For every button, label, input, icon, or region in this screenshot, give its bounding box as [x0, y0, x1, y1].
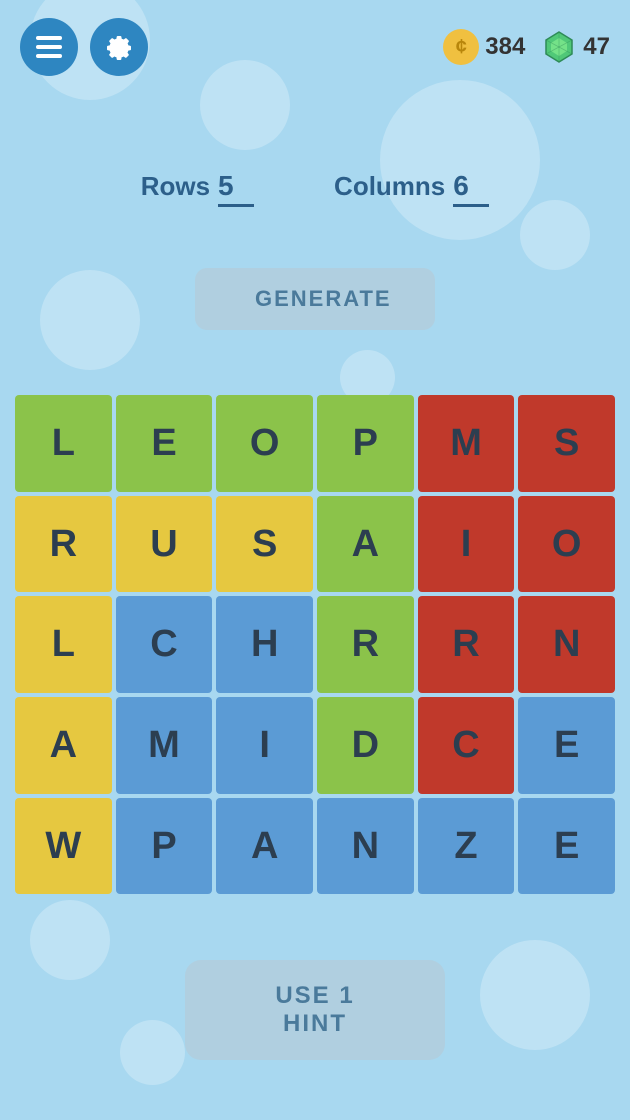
- rows-value: 5: [218, 170, 254, 207]
- table-row[interactable]: E: [518, 697, 615, 794]
- letter-grid: LEOPMSRUSAIOLCHRRNAMIDCEWPANZE: [15, 395, 615, 894]
- table-row[interactable]: U: [116, 496, 213, 593]
- gem-counter: 47: [541, 29, 610, 65]
- table-row[interactable]: O: [216, 395, 313, 492]
- table-row[interactable]: I: [418, 496, 515, 593]
- table-row[interactable]: N: [317, 798, 414, 895]
- table-row[interactable]: I: [216, 697, 313, 794]
- generate-button[interactable]: GENERATE: [195, 268, 435, 330]
- table-row[interactable]: L: [15, 395, 112, 492]
- table-row[interactable]: R: [15, 496, 112, 593]
- table-row[interactable]: E: [116, 395, 213, 492]
- table-row[interactable]: A: [15, 697, 112, 794]
- table-row[interactable]: C: [418, 697, 515, 794]
- menu-button[interactable]: [20, 18, 78, 76]
- header: ¢ 384 47: [0, 18, 630, 76]
- table-row[interactable]: N: [518, 596, 615, 693]
- header-right-info: ¢ 384 47: [443, 29, 610, 65]
- table-row[interactable]: L: [15, 596, 112, 693]
- table-row[interactable]: M: [418, 395, 515, 492]
- settings-button[interactable]: [90, 18, 148, 76]
- coin-value: 384: [485, 33, 525, 61]
- gear-icon: [105, 33, 133, 61]
- menu-icon: [36, 36, 62, 58]
- table-row[interactable]: O: [518, 496, 615, 593]
- table-row[interactable]: S: [216, 496, 313, 593]
- table-row[interactable]: H: [216, 596, 313, 693]
- gem-icon: [541, 29, 577, 65]
- columns-control: Columns 6: [334, 170, 489, 207]
- rows-control: Rows 5: [141, 170, 254, 207]
- table-row[interactable]: Z: [418, 798, 515, 895]
- table-row[interactable]: P: [116, 798, 213, 895]
- grid: LEOPMSRUSAIOLCHRRNAMIDCEWPANZE: [15, 395, 615, 894]
- table-row[interactable]: R: [317, 596, 414, 693]
- columns-label: Columns: [334, 171, 445, 202]
- use-hint-button[interactable]: USE 1 HINT: [185, 960, 445, 1060]
- table-row[interactable]: M: [116, 697, 213, 794]
- table-row[interactable]: R: [418, 596, 515, 693]
- table-row[interactable]: W: [15, 798, 112, 895]
- table-row[interactable]: E: [518, 798, 615, 895]
- table-row[interactable]: D: [317, 697, 414, 794]
- rows-label: Rows: [141, 171, 210, 202]
- table-row[interactable]: P: [317, 395, 414, 492]
- table-row[interactable]: A: [216, 798, 313, 895]
- grid-controls: Rows 5 Columns 6: [0, 170, 630, 207]
- table-row[interactable]: A: [317, 496, 414, 593]
- table-row[interactable]: C: [116, 596, 213, 693]
- header-left-buttons: [20, 18, 148, 76]
- coin-counter: ¢ 384: [443, 29, 525, 65]
- table-row[interactable]: S: [518, 395, 615, 492]
- columns-value: 6: [453, 170, 489, 207]
- gem-value: 47: [583, 33, 610, 61]
- coin-icon: ¢: [443, 29, 479, 65]
